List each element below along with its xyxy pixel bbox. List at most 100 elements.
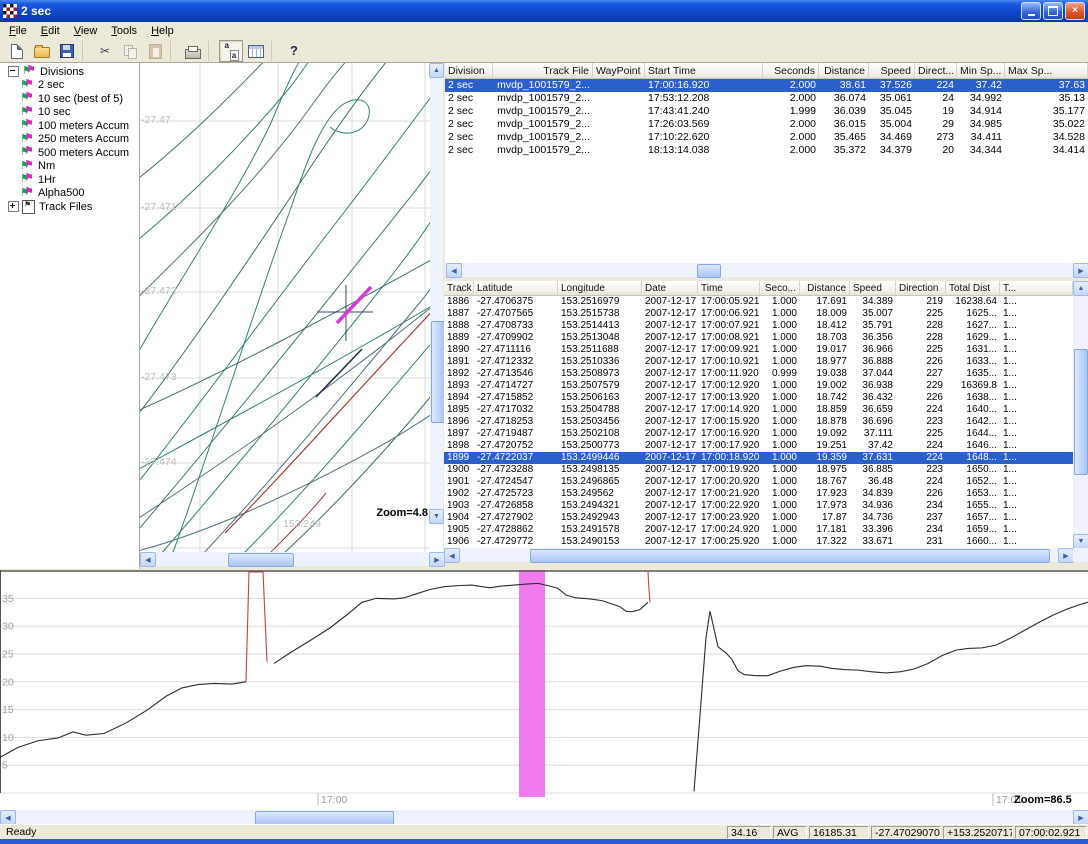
table-cell[interactable]: 228 — [896, 320, 946, 332]
table-cell[interactable]: 35.007 — [850, 308, 896, 320]
table-cell[interactable]: 34.414 — [1005, 144, 1088, 157]
table-cell[interactable]: 2.000 — [763, 144, 819, 157]
table-row[interactable]: 2 secmvdp_1001579_2...17:26:03.5692.0003… — [445, 118, 1088, 131]
table-row[interactable]: 1893-27.4714727153.25075792007-12-1717:0… — [444, 380, 1073, 392]
table-cell[interactable]: 1890 — [444, 344, 474, 356]
table-cell[interactable]: 153.2502108 — [558, 428, 642, 440]
tree-item-nm[interactable]: ⚑⚑Nm — [0, 160, 139, 174]
table-cell[interactable]: 1899 — [444, 452, 474, 464]
table-cell[interactable]: 37.044 — [850, 368, 896, 380]
column-header-min-sp-[interactable]: Min Sp... — [957, 63, 1005, 79]
table-cell[interactable]: 1635... — [946, 368, 1000, 380]
table-cell[interactable]: 35.465 — [819, 131, 869, 144]
table-cell[interactable]: 19 — [915, 105, 957, 118]
table-cell[interactable]: 17:00:10.921 — [698, 356, 760, 368]
table-cell[interactable]: 1... — [1000, 452, 1073, 464]
table-cell[interactable]: 2007-12-17 — [642, 416, 698, 428]
table-cell[interactable]: 1644... — [946, 428, 1000, 440]
overlay-view-button[interactable]: aa — [219, 40, 243, 62]
table-cell[interactable]: 1... — [1000, 524, 1073, 536]
table-cell[interactable]: 34.389 — [850, 296, 896, 308]
table-cell[interactable]: 37.111 — [850, 428, 896, 440]
chart-scroll-right-arrow[interactable]: ▶ — [1073, 810, 1088, 825]
table-row[interactable]: 1888-27.4708733153.25144132007-12-1717:0… — [444, 320, 1073, 332]
table-cell[interactable]: 17.322 — [800, 536, 850, 548]
table-cell[interactable]: 1898 — [444, 440, 474, 452]
table-cell[interactable]: 1896 — [444, 416, 474, 428]
table-cell[interactable]: 226 — [896, 392, 946, 404]
table-cell[interactable]: 2007-12-17 — [642, 524, 698, 536]
table-cell[interactable]: 1625... — [946, 308, 1000, 320]
copy-button[interactable] — [118, 40, 142, 62]
table-cell[interactable]: 38.61 — [819, 79, 869, 92]
table-cell[interactable]: 1646... — [946, 440, 1000, 452]
table-cell[interactable] — [593, 105, 645, 118]
table-cell[interactable]: 1660... — [946, 536, 1000, 548]
table-cell[interactable]: 1... — [1000, 320, 1073, 332]
table-cell[interactable]: 17:10:22.620 — [645, 131, 763, 144]
table-cell[interactable]: 1901 — [444, 476, 474, 488]
table-cell[interactable]: mvdp_1001579_2... — [493, 144, 593, 157]
table-cell[interactable]: 17:00:24.920 — [698, 524, 760, 536]
table-cell[interactable]: 2007-12-17 — [642, 296, 698, 308]
table-cell[interactable]: 17:00:07.921 — [698, 320, 760, 332]
table-cell[interactable]: 19.359 — [800, 452, 850, 464]
table-cell[interactable]: 225 — [896, 344, 946, 356]
table-cell[interactable]: 228 — [896, 332, 946, 344]
table-row[interactable]: 1891-27.4712332153.25103362007-12-1717:0… — [444, 356, 1073, 368]
column-header-track-file[interactable]: Track File — [493, 63, 593, 79]
table-cell[interactable]: 17.691 — [800, 296, 850, 308]
table-cell[interactable]: 153.2506163 — [558, 392, 642, 404]
table-row[interactable]: 2 secmvdp_1001579_2...18:13:14.0382.0003… — [445, 144, 1088, 157]
column-header-distance[interactable]: Distance — [800, 281, 850, 296]
table-row[interactable]: 1905-27.4728862153.24915782007-12-1717:0… — [444, 524, 1073, 536]
table-cell[interactable]: 35.177 — [1005, 105, 1088, 118]
table-cell[interactable]: 24 — [915, 92, 957, 105]
table-cell[interactable]: 2007-12-17 — [642, 368, 698, 380]
table-cell[interactable]: 19.017 — [800, 344, 850, 356]
table-cell[interactable]: mvdp_1001579_2... — [493, 105, 593, 118]
track-table-hscrollbar[interactable]: ◀ ▶ — [444, 548, 1073, 562]
table-cell[interactable]: 36.659 — [850, 404, 896, 416]
table-cell[interactable]: 1892 — [444, 368, 474, 380]
table-cell[interactable]: 17:00:06.921 — [698, 308, 760, 320]
table-row[interactable]: 2 secmvdp_1001579_2...17:43:41.2401.9993… — [445, 105, 1088, 118]
map-hscrollbar[interactable]: ◀ ▶ — [140, 552, 443, 566]
table-cell[interactable]: 34.936 — [850, 500, 896, 512]
table-cell[interactable]: 2007-12-17 — [642, 512, 698, 524]
table-cell[interactable]: 153.2492943 — [558, 512, 642, 524]
track-scroll-down-arrow[interactable]: ▼ — [1073, 534, 1088, 549]
table-cell[interactable]: 36.48 — [850, 476, 896, 488]
table-cell[interactable]: 153.2515738 — [558, 308, 642, 320]
table-cell[interactable]: 17:00:13.920 — [698, 392, 760, 404]
table-cell[interactable]: 18.412 — [800, 320, 850, 332]
table-row[interactable]: 1903-27.4726858153.24943212007-12-1717:0… — [444, 500, 1073, 512]
table-cell[interactable]: 2007-12-17 — [642, 500, 698, 512]
track-table-vscrollbar[interactable]: ▲ ▼ — [1073, 281, 1088, 548]
table-cell[interactable]: 153.2503456 — [558, 416, 642, 428]
table-cell[interactable]: 2007-12-17 — [642, 428, 698, 440]
table-cell[interactable]: 1653... — [946, 488, 1000, 500]
table-cell[interactable]: 16369.8 — [946, 380, 1000, 392]
table-cell[interactable]: 33.396 — [850, 524, 896, 536]
column-header-date[interactable]: Date — [642, 281, 698, 296]
tree-root-track-files[interactable]: Track Files — [0, 200, 139, 214]
tree-root-divisions[interactable]: ⚑⚑Divisions — [0, 65, 139, 79]
table-cell[interactable]: -27.4711116 — [474, 344, 558, 356]
table-cell[interactable]: 1.000 — [760, 476, 800, 488]
table-cell[interactable]: 0.999 — [760, 368, 800, 380]
table-row[interactable]: 1889-27.4709902153.25130482007-12-1717:0… — [444, 332, 1073, 344]
table-cell[interactable]: 1... — [1000, 368, 1073, 380]
table-cell[interactable]: 153.2496865 — [558, 476, 642, 488]
column-header-time[interactable]: Time — [698, 281, 760, 296]
table-cell[interactable]: 223 — [896, 416, 946, 428]
table-cell[interactable] — [593, 144, 645, 157]
table-cell[interactable]: 1640... — [946, 404, 1000, 416]
table-row[interactable]: 1887-27.4707565153.25157382007-12-1717:0… — [444, 308, 1073, 320]
table-cell[interactable] — [593, 79, 645, 92]
table-cell[interactable]: 223 — [896, 464, 946, 476]
table-cell[interactable]: 1888 — [444, 320, 474, 332]
tree-item-10-sec[interactable]: ⚑⚑10 sec — [0, 106, 139, 120]
table-cell[interactable]: 37.63 — [1005, 79, 1088, 92]
table-cell[interactable]: 37.526 — [869, 79, 915, 92]
